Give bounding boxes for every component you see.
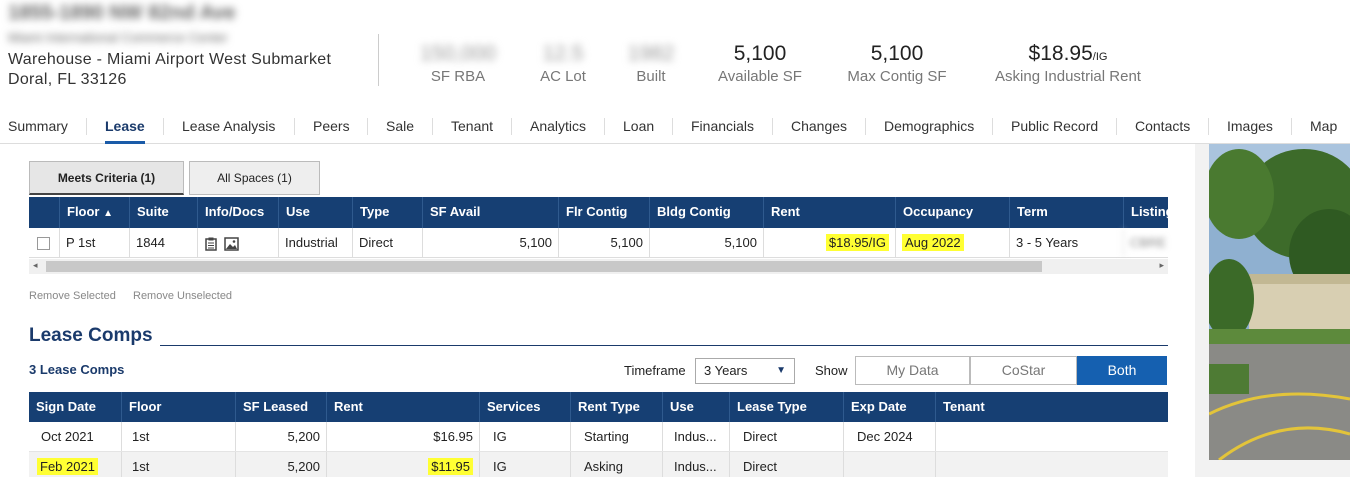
chevron-down-icon: ▼ <box>776 365 786 376</box>
tab-financials[interactable]: Financials <box>691 118 754 134</box>
tab-contacts[interactable]: Contacts <box>1135 118 1190 134</box>
table-row[interactable]: P 1st 1844 Industrial Direct 5,100 5,100… <box>29 228 1168 258</box>
scrollbar-thumb[interactable] <box>46 261 1042 272</box>
col-floor[interactable]: Floor <box>121 392 235 422</box>
stat-max-contig: 5,100 Max Contig SF <box>847 42 947 85</box>
timeframe-select[interactable]: 3 Years ▼ <box>695 358 795 384</box>
stat-available-sf: 5,100 Available SF <box>718 42 802 85</box>
tab-images[interactable]: Images <box>1227 118 1273 134</box>
col-lease-type[interactable]: Lease Type <box>729 392 843 422</box>
tab-lease-analysis[interactable]: Lease Analysis <box>182 118 275 134</box>
col-occupancy[interactable]: Occupancy <box>895 197 1009 228</box>
tab-meets-criteria[interactable]: Meets Criteria (1) <box>29 161 184 195</box>
col-listing[interactable]: Listing <box>1123 197 1168 228</box>
property-photo[interactable] <box>1209 144 1350 460</box>
scroll-left-icon[interactable]: ◂ <box>33 260 38 271</box>
tab-peers[interactable]: Peers <box>313 118 350 134</box>
col-rent[interactable]: Rent <box>326 392 479 422</box>
tab-sale[interactable]: Sale <box>386 118 414 134</box>
col-rent[interactable]: Rent <box>763 197 895 228</box>
stat-ac-lot: 12.5 AC Lot <box>540 42 586 85</box>
col-use[interactable]: Use <box>278 197 352 228</box>
col-rent-type[interactable]: Rent Type <box>570 392 662 422</box>
col-info-docs[interactable]: Info/Docs <box>197 197 278 228</box>
col-sf-leased[interactable]: SF Leased <box>235 392 326 422</box>
tab-loan[interactable]: Loan <box>623 118 654 134</box>
tab-lease[interactable]: Lease <box>105 118 145 134</box>
spaces-table-header: Floor ▲ Suite Info/Docs Use Type SF Avai… <box>29 197 1168 228</box>
horizontal-scrollbar[interactable]: ◂ ▸ <box>29 259 1168 274</box>
show-label: Show <box>815 363 848 378</box>
main-tab-bar: Summary Lease Lease Analysis Peers Sale … <box>0 104 1350 144</box>
section-rule <box>160 345 1168 346</box>
property-name: Miami International Commerce Center <box>8 30 228 45</box>
active-tab-indicator <box>105 141 145 144</box>
tab-changes[interactable]: Changes <box>791 118 847 134</box>
tab-analytics[interactable]: Analytics <box>530 118 586 134</box>
col-tenant[interactable]: Tenant <box>935 392 1168 422</box>
row-checkbox[interactable] <box>37 237 50 251</box>
show-my-data-button[interactable]: My Data <box>855 356 970 385</box>
city-line: Doral, FL 33126 <box>8 71 127 88</box>
table-row[interactable]: Feb 2021 1st 5,200 $11.95 IG Asking Indu… <box>29 452 1168 477</box>
col-term[interactable]: Term <box>1009 197 1123 228</box>
show-both-button[interactable]: Both <box>1077 356 1167 385</box>
col-services[interactable]: Services <box>479 392 570 422</box>
remove-unselected-link[interactable]: Remove Unselected <box>133 290 232 302</box>
stat-asking-rent: $18.95/IG Asking Industrial Rent <box>995 42 1141 85</box>
tab-map[interactable]: Map <box>1310 118 1337 134</box>
col-sf-avail[interactable]: SF Avail <box>422 197 558 228</box>
col-sign-date[interactable]: Sign Date <box>29 392 121 422</box>
col-flr-contig[interactable]: Flr Contig <box>558 197 649 228</box>
remove-selected-link[interactable]: Remove Selected <box>29 290 116 302</box>
col-floor[interactable]: Floor ▲ <box>59 197 129 228</box>
scroll-right-icon[interactable]: ▸ <box>1159 260 1164 271</box>
tab-public-record[interactable]: Public Record <box>1011 118 1098 134</box>
table-row[interactable]: Oct 2021 1st 5,200 $16.95 IG Starting In… <box>29 422 1168 452</box>
tab-tenant[interactable]: Tenant <box>451 118 493 134</box>
lease-comps-title: Lease Comps <box>29 325 153 346</box>
clipboard-icon[interactable] <box>204 237 218 251</box>
col-exp-date[interactable]: Exp Date <box>843 392 935 422</box>
property-type: Warehouse - Miami Airport West Submarket <box>8 51 332 68</box>
show-costar-button[interactable]: CoStar <box>970 356 1077 385</box>
comps-table-header: Sign Date Floor SF Leased Rent Services … <box>29 392 1168 422</box>
col-type[interactable]: Type <box>352 197 422 228</box>
stat-built: 1982 Built <box>627 42 675 85</box>
stat-sf-rba: 150,000 SF RBA <box>420 42 496 85</box>
header-divider <box>378 34 379 86</box>
tab-all-spaces[interactable]: All Spaces (1) <box>189 161 320 195</box>
tab-demographics[interactable]: Demographics <box>884 118 974 134</box>
lease-comps-count: 3 Lease Comps <box>29 362 125 377</box>
timeframe-label: Timeframe <box>624 363 686 378</box>
col-use[interactable]: Use <box>662 392 729 422</box>
property-address: 1855-1890 NW 82nd Ave <box>8 2 236 24</box>
image-icon[interactable] <box>223 236 239 251</box>
tab-summary[interactable]: Summary <box>8 118 68 134</box>
col-bldg-contig[interactable]: Bldg Contig <box>649 197 763 228</box>
col-suite[interactable]: Suite <box>129 197 197 228</box>
